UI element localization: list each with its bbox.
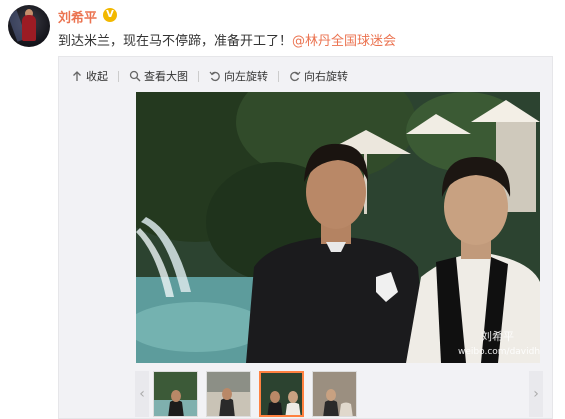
photo-illustration: 刘希平 weibo.com/davidhliu (136, 92, 540, 363)
thumbnail-image (207, 372, 250, 416)
rotate-left-icon (209, 71, 220, 82)
view-large-label: 查看大图 (144, 70, 188, 83)
author-name[interactable]: 刘希平 (58, 7, 97, 26)
rotate-left-label: 向左旋转 (224, 70, 268, 83)
watermark-url: weibo.com/davidhliu (458, 347, 540, 357)
toolbar-divider (118, 70, 119, 82)
thumbnail-4[interactable] (312, 371, 357, 417)
rotate-left-button[interactable]: 向左旋转 (209, 68, 268, 84)
toolbar-divider (198, 70, 199, 82)
thumbnail-image (261, 373, 302, 415)
rotate-right-label: 向右旋转 (304, 70, 348, 83)
media-panel: 收起 查看大图 向左旋转 向右旋转 刘希平 weibo.com/davidh ‹… (58, 56, 553, 419)
verified-badge-icon: V (103, 8, 117, 22)
thumbnail-1[interactable] (153, 371, 198, 417)
thumbnail-strip: ‹ › (135, 371, 543, 417)
view-large-button[interactable]: 查看大图 (129, 68, 188, 84)
thumbnail-3-active[interactable] (259, 371, 304, 417)
rotate-right-icon (290, 71, 301, 82)
thumbnail-prev-button[interactable]: ‹ (135, 371, 149, 417)
arrow-up-icon (73, 71, 81, 81)
post-text-main: 到达米兰，现在马不停蹄，准备开工了！ (58, 34, 293, 49)
mention-link[interactable]: @林丹全国球迷会 (292, 34, 396, 49)
thumbnail-image (154, 372, 197, 416)
collapse-label: 收起 (86, 70, 108, 83)
collapse-button[interactable]: 收起 (71, 68, 108, 84)
avatar-figure (22, 15, 36, 41)
post-text: 到达米兰，现在马不停蹄，准备开工了！@林丹全国球迷会 (58, 30, 396, 49)
main-photo[interactable]: 刘希平 weibo.com/davidhliu (136, 92, 540, 363)
media-toolbar: 收起 查看大图 向左旋转 向右旋转 (71, 67, 358, 85)
watermark-handle: 刘希平 (481, 329, 514, 343)
magnifier-icon (129, 70, 141, 82)
thumbnail-image (313, 372, 356, 416)
toolbar-divider (278, 70, 279, 82)
thumbnail-2[interactable] (206, 371, 251, 417)
rotate-right-button[interactable]: 向右旋转 (289, 68, 348, 84)
thumbnail-next-button[interactable]: › (529, 371, 543, 417)
author-avatar[interactable] (8, 5, 50, 47)
